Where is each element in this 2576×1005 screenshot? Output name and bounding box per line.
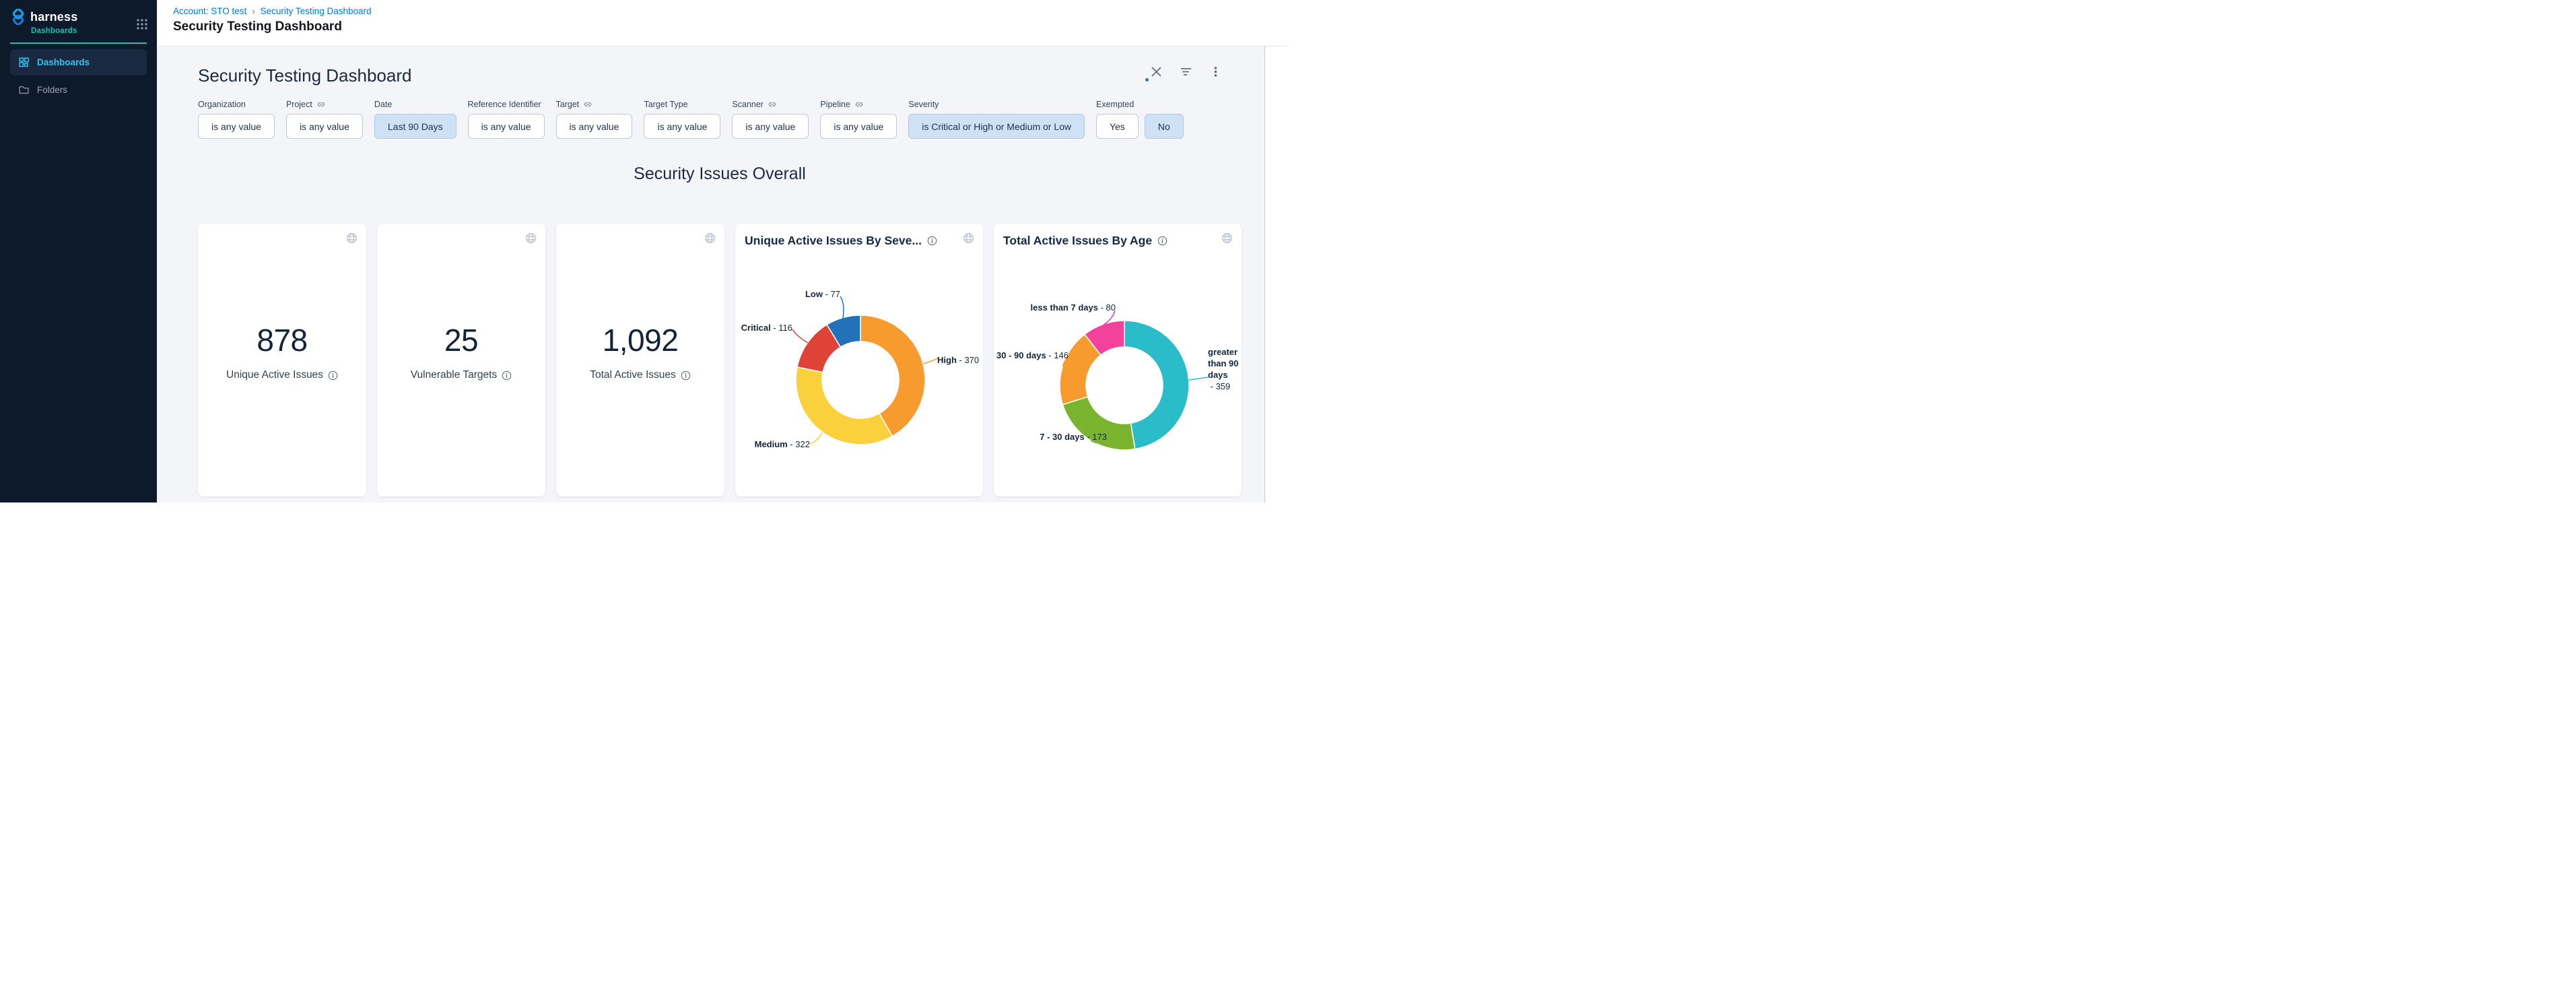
filter-label: Severity [908, 100, 939, 109]
leader-line [1189, 377, 1208, 380]
folder-icon [18, 84, 30, 96]
filter-target: Target is any value [556, 99, 633, 139]
donut-slice-1[interactable] [796, 367, 892, 445]
breadcrumb-separator: › [252, 6, 255, 16]
sidebar-item-dashboards[interactable]: Dashboards [10, 49, 147, 75]
globe-icon[interactable] [704, 232, 716, 244]
filter-label: Date [374, 100, 392, 109]
info-icon[interactable] [502, 370, 512, 381]
filter-lines-icon[interactable] [1180, 66, 1192, 77]
logo-row: harness [0, 0, 157, 25]
filter-bar: Organization is any value Project is any… [198, 99, 1264, 139]
info-icon[interactable] [328, 370, 338, 381]
filter-label: Pipeline [820, 100, 850, 109]
tile-value: 25 [444, 322, 478, 358]
filter-pipeline-value[interactable]: is any value [820, 114, 897, 139]
dashboard-toolbar [1151, 66, 1221, 77]
filter-label: Exempted [1096, 100, 1134, 109]
tile-value: 878 [257, 322, 307, 358]
breadcrumb-current-link[interactable]: Security Testing Dashboard [261, 6, 372, 16]
chart-card-issues-by-age: Total Active Issues By Age greater than … [994, 224, 1242, 496]
chart-card-issues-by-severity: Unique Active Issues By Seve... High - 3… [735, 224, 983, 496]
logo-text: harness [30, 10, 77, 24]
filter-scanner: Scanner is any value [732, 99, 809, 139]
sidebar: harness Dashboards Dashboards [0, 0, 157, 502]
link-icon [768, 100, 777, 109]
tile-label: Vulnerable Targets [411, 369, 497, 381]
filter-pipeline: Pipeline is any value [820, 99, 897, 139]
filter-project: Project is any value [286, 99, 363, 139]
cards-row: 878 Unique Active Issues 25 Vulnerable T… [198, 224, 1264, 496]
filter-exempted: Exempted Yes No [1096, 99, 1184, 139]
filter-label: Organization [198, 100, 246, 109]
sidebar-nav: Dashboards Folders [0, 49, 157, 103]
harness-logo-icon [10, 9, 26, 25]
tile-value: 1,092 [603, 322, 679, 358]
filter-project-value[interactable]: is any value [286, 114, 363, 139]
globe-icon[interactable] [525, 232, 537, 244]
filter-date: Date Last 90 Days [374, 99, 456, 139]
filter-date-value[interactable]: Last 90 Days [374, 114, 456, 139]
filter-reference-identifier-value[interactable]: is any value [468, 114, 545, 139]
info-icon[interactable] [681, 370, 691, 381]
leader-line [810, 432, 822, 444]
dashboards-icon [18, 57, 30, 68]
top-header: Account: STO test › Security Testing Das… [157, 0, 1288, 46]
slice-label-greater-than-90-days: greater than 90 days - 359 [1208, 347, 1242, 393]
filter-label: Target [556, 100, 580, 109]
tile-label: Total Active Issues [590, 369, 676, 381]
tile-unique-active-issues: 878 Unique Active Issues [198, 224, 366, 496]
slice-label-7-30-days: 7 - 30 days - 173 [1040, 432, 1107, 443]
filter-scanner-value[interactable]: is any value [732, 114, 809, 139]
filter-severity-value[interactable]: is Critical or High or Medium or Low [908, 114, 1085, 139]
right-scroll-gutter[interactable] [1264, 46, 1288, 502]
filter-target-type: Target Type is any value [644, 99, 720, 139]
section-title: Security Issues Overall [198, 164, 1242, 184]
close-icon[interactable] [1151, 66, 1162, 77]
exempted-no-button[interactable]: No [1145, 114, 1184, 139]
tile-total-active-issues: 1,092 Total Active Issues [556, 224, 724, 496]
link-icon [854, 100, 864, 109]
filter-target-value[interactable]: is any value [556, 114, 633, 139]
filter-reference-identifier: Reference Identifier is any value [468, 99, 545, 139]
grid-menu-icon[interactable] [136, 18, 148, 30]
filter-organization-value[interactable]: is any value [198, 114, 275, 139]
filter-target-type-value[interactable]: is any value [644, 114, 720, 139]
cursor-dot [1145, 78, 1149, 82]
slice-label-high: High - 370 [937, 355, 979, 366]
slice-label-critical: Critical - 116 [741, 323, 792, 334]
leader-line [840, 296, 844, 319]
leader-line [792, 329, 808, 343]
sidebar-item-label: Folders [37, 85, 67, 95]
page-title: Security Testing Dashboard [173, 20, 342, 34]
breadcrumb-account-link[interactable]: Account: STO test [173, 6, 246, 16]
dashboard-panel-title: Security Testing Dashboard [198, 65, 1264, 86]
sidebar-item-label: Dashboards [37, 57, 90, 67]
filter-label: Scanner [732, 100, 764, 109]
filter-label: Target Type [644, 100, 687, 109]
globe-icon[interactable] [346, 232, 358, 244]
dashboard-content: Security Testing Dashboard Organization … [157, 46, 1264, 502]
filter-organization: Organization is any value [198, 99, 275, 139]
slice-label-low: Low - 77 [805, 289, 840, 300]
tile-vulnerable-targets: 25 Vulnerable Targets [377, 224, 545, 496]
sidebar-divider [10, 42, 147, 44]
filter-label: Project [286, 100, 312, 109]
link-icon [316, 100, 326, 109]
slice-label-medium: Medium - 322 [755, 439, 810, 451]
breadcrumb: Account: STO test › Security Testing Das… [173, 6, 372, 16]
slice-label-30-90-days: 30 - 90 days - 146 [996, 350, 1069, 362]
tile-label: Unique Active Issues [226, 369, 323, 381]
leader-line [923, 358, 939, 364]
filter-label: Reference Identifier [468, 100, 541, 109]
exempted-yes-button[interactable]: Yes [1096, 114, 1139, 139]
kebab-menu-icon[interactable] [1210, 66, 1221, 77]
filter-severity: Severity is Critical or High or Medium o… [908, 99, 1085, 139]
link-icon [583, 100, 592, 109]
sidebar-item-folders[interactable]: Folders [10, 77, 147, 103]
slice-label-less-than-7-days: less than 7 days - 80 [1031, 302, 1116, 314]
donut-slice-0[interactable] [1124, 321, 1189, 449]
